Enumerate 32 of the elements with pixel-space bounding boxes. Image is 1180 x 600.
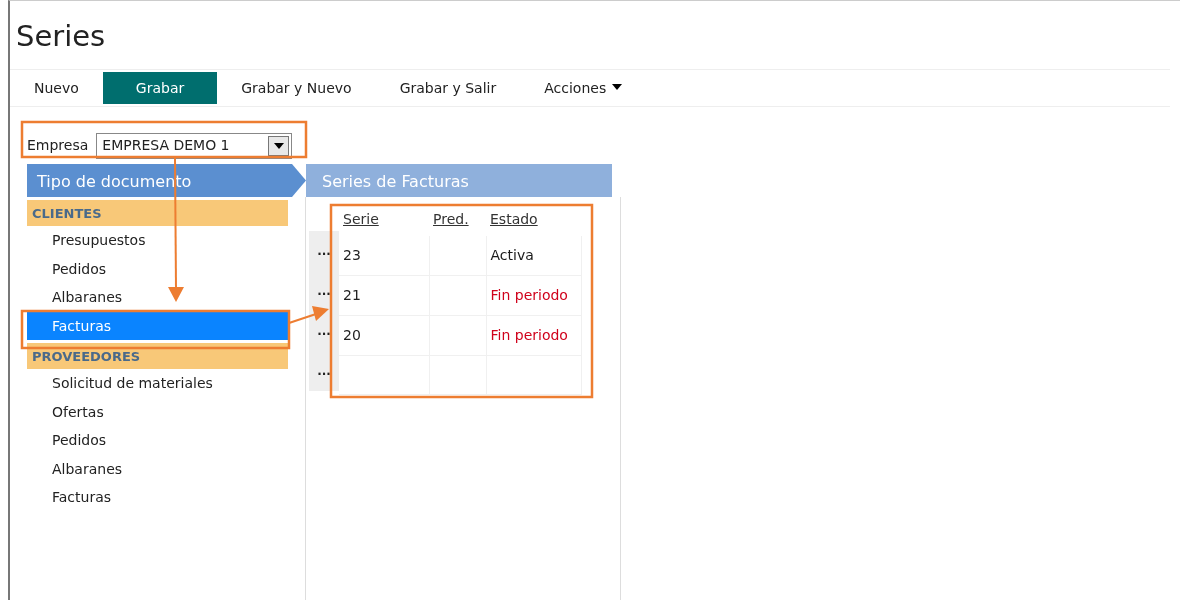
annotation-arrow xyxy=(288,306,329,324)
table-cell: 21 xyxy=(339,275,429,316)
document-type-item[interactable]: Presupuestos xyxy=(27,226,288,255)
company-select[interactable]: EMPRESA DEMO 1 xyxy=(96,132,293,159)
toolbar-button[interactable]: Grabar y Salir xyxy=(375,72,521,104)
group-header: PROVEEDORES xyxy=(27,343,288,369)
document-type-item[interactable]: Pedidos xyxy=(27,426,288,455)
document-type-item[interactable]: Solicitud de materiales xyxy=(27,369,288,398)
table-cell: 20 xyxy=(339,315,429,356)
document-type-item[interactable]: Facturas xyxy=(27,311,288,340)
document-type-item[interactable]: Albaranes xyxy=(27,283,288,312)
document-type-item[interactable]: Facturas xyxy=(27,483,288,512)
toolbar-button[interactable]: Nuevo xyxy=(10,72,103,104)
field-label: Empresa xyxy=(27,136,89,155)
document-type-item[interactable]: Ofertas xyxy=(27,397,288,426)
document-type-item[interactable]: Albaranes xyxy=(27,454,288,483)
caret-icon xyxy=(612,83,623,90)
toolbar-button[interactable]: Acciones xyxy=(520,72,647,104)
group-header: CLIENTES xyxy=(27,200,288,226)
column-header[interactable]: Serie xyxy=(339,197,429,236)
document-type-item[interactable]: Pedidos xyxy=(27,254,288,283)
status-cell: Activa xyxy=(486,236,581,276)
status-cell: Fin periodo xyxy=(486,315,581,356)
toolbar-button[interactable]: Grabar xyxy=(102,72,218,104)
chevron-icon xyxy=(292,164,306,197)
column-header[interactable]: Estado xyxy=(486,197,581,236)
panel-header: Series de Facturas xyxy=(306,164,612,197)
status-cell: Fin periodo xyxy=(486,275,581,316)
table-cell: 23 xyxy=(339,236,429,276)
column-header[interactable]: Pred. xyxy=(429,197,486,236)
page-title: Series xyxy=(15,18,107,55)
toolbar-button[interactable]: Grabar y Nuevo xyxy=(217,72,376,104)
